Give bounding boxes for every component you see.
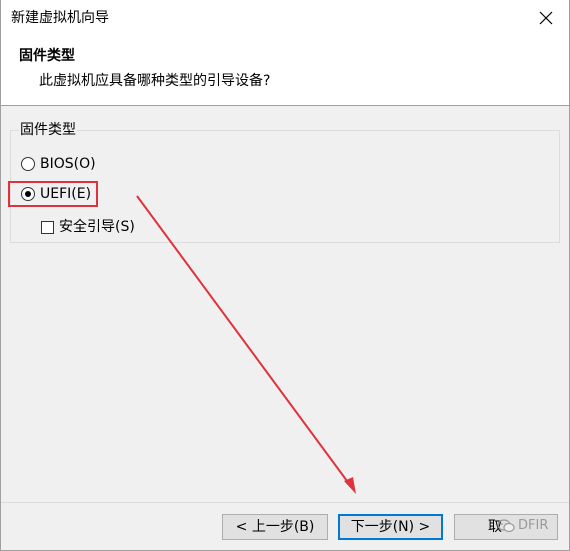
- wechat-icon: [497, 519, 515, 533]
- bios-radio[interactable]: [21, 157, 35, 171]
- next-button[interactable]: 下一步(N) >: [338, 514, 443, 540]
- close-icon: [539, 11, 553, 25]
- secure-boot-option[interactable]: 安全引导(S): [41, 218, 135, 236]
- watermark-text: DFIR: [518, 518, 549, 533]
- title-bar: 新建虚拟机向导: [1, 0, 569, 36]
- page-title: 固件类型: [19, 48, 75, 64]
- secure-boot-label: 安全引导(S): [59, 219, 135, 235]
- page-subtitle: 此虚拟机应具备哪种类型的引导设备?: [39, 73, 271, 89]
- close-button[interactable]: [523, 0, 569, 36]
- back-button[interactable]: < 上一步(B): [222, 514, 328, 540]
- bios-radio-option[interactable]: BIOS(O): [21, 155, 96, 173]
- window-title: 新建虚拟机向导: [11, 10, 109, 26]
- bios-radio-label: BIOS(O): [40, 156, 96, 172]
- firmware-group-legend: 固件类型: [19, 121, 77, 139]
- watermark: DFIR: [497, 516, 548, 536]
- footer-divider: [1, 502, 569, 503]
- secure-boot-checkbox[interactable]: [41, 220, 54, 234]
- wizard-header: 固件类型 此虚拟机应具备哪种类型的引导设备?: [1, 36, 569, 106]
- wizard-window: 新建虚拟机向导 固件类型 此虚拟机应具备哪种类型的引导设备? 固件类型 BIOS…: [0, 0, 570, 551]
- uefi-highlight-box: [8, 181, 98, 207]
